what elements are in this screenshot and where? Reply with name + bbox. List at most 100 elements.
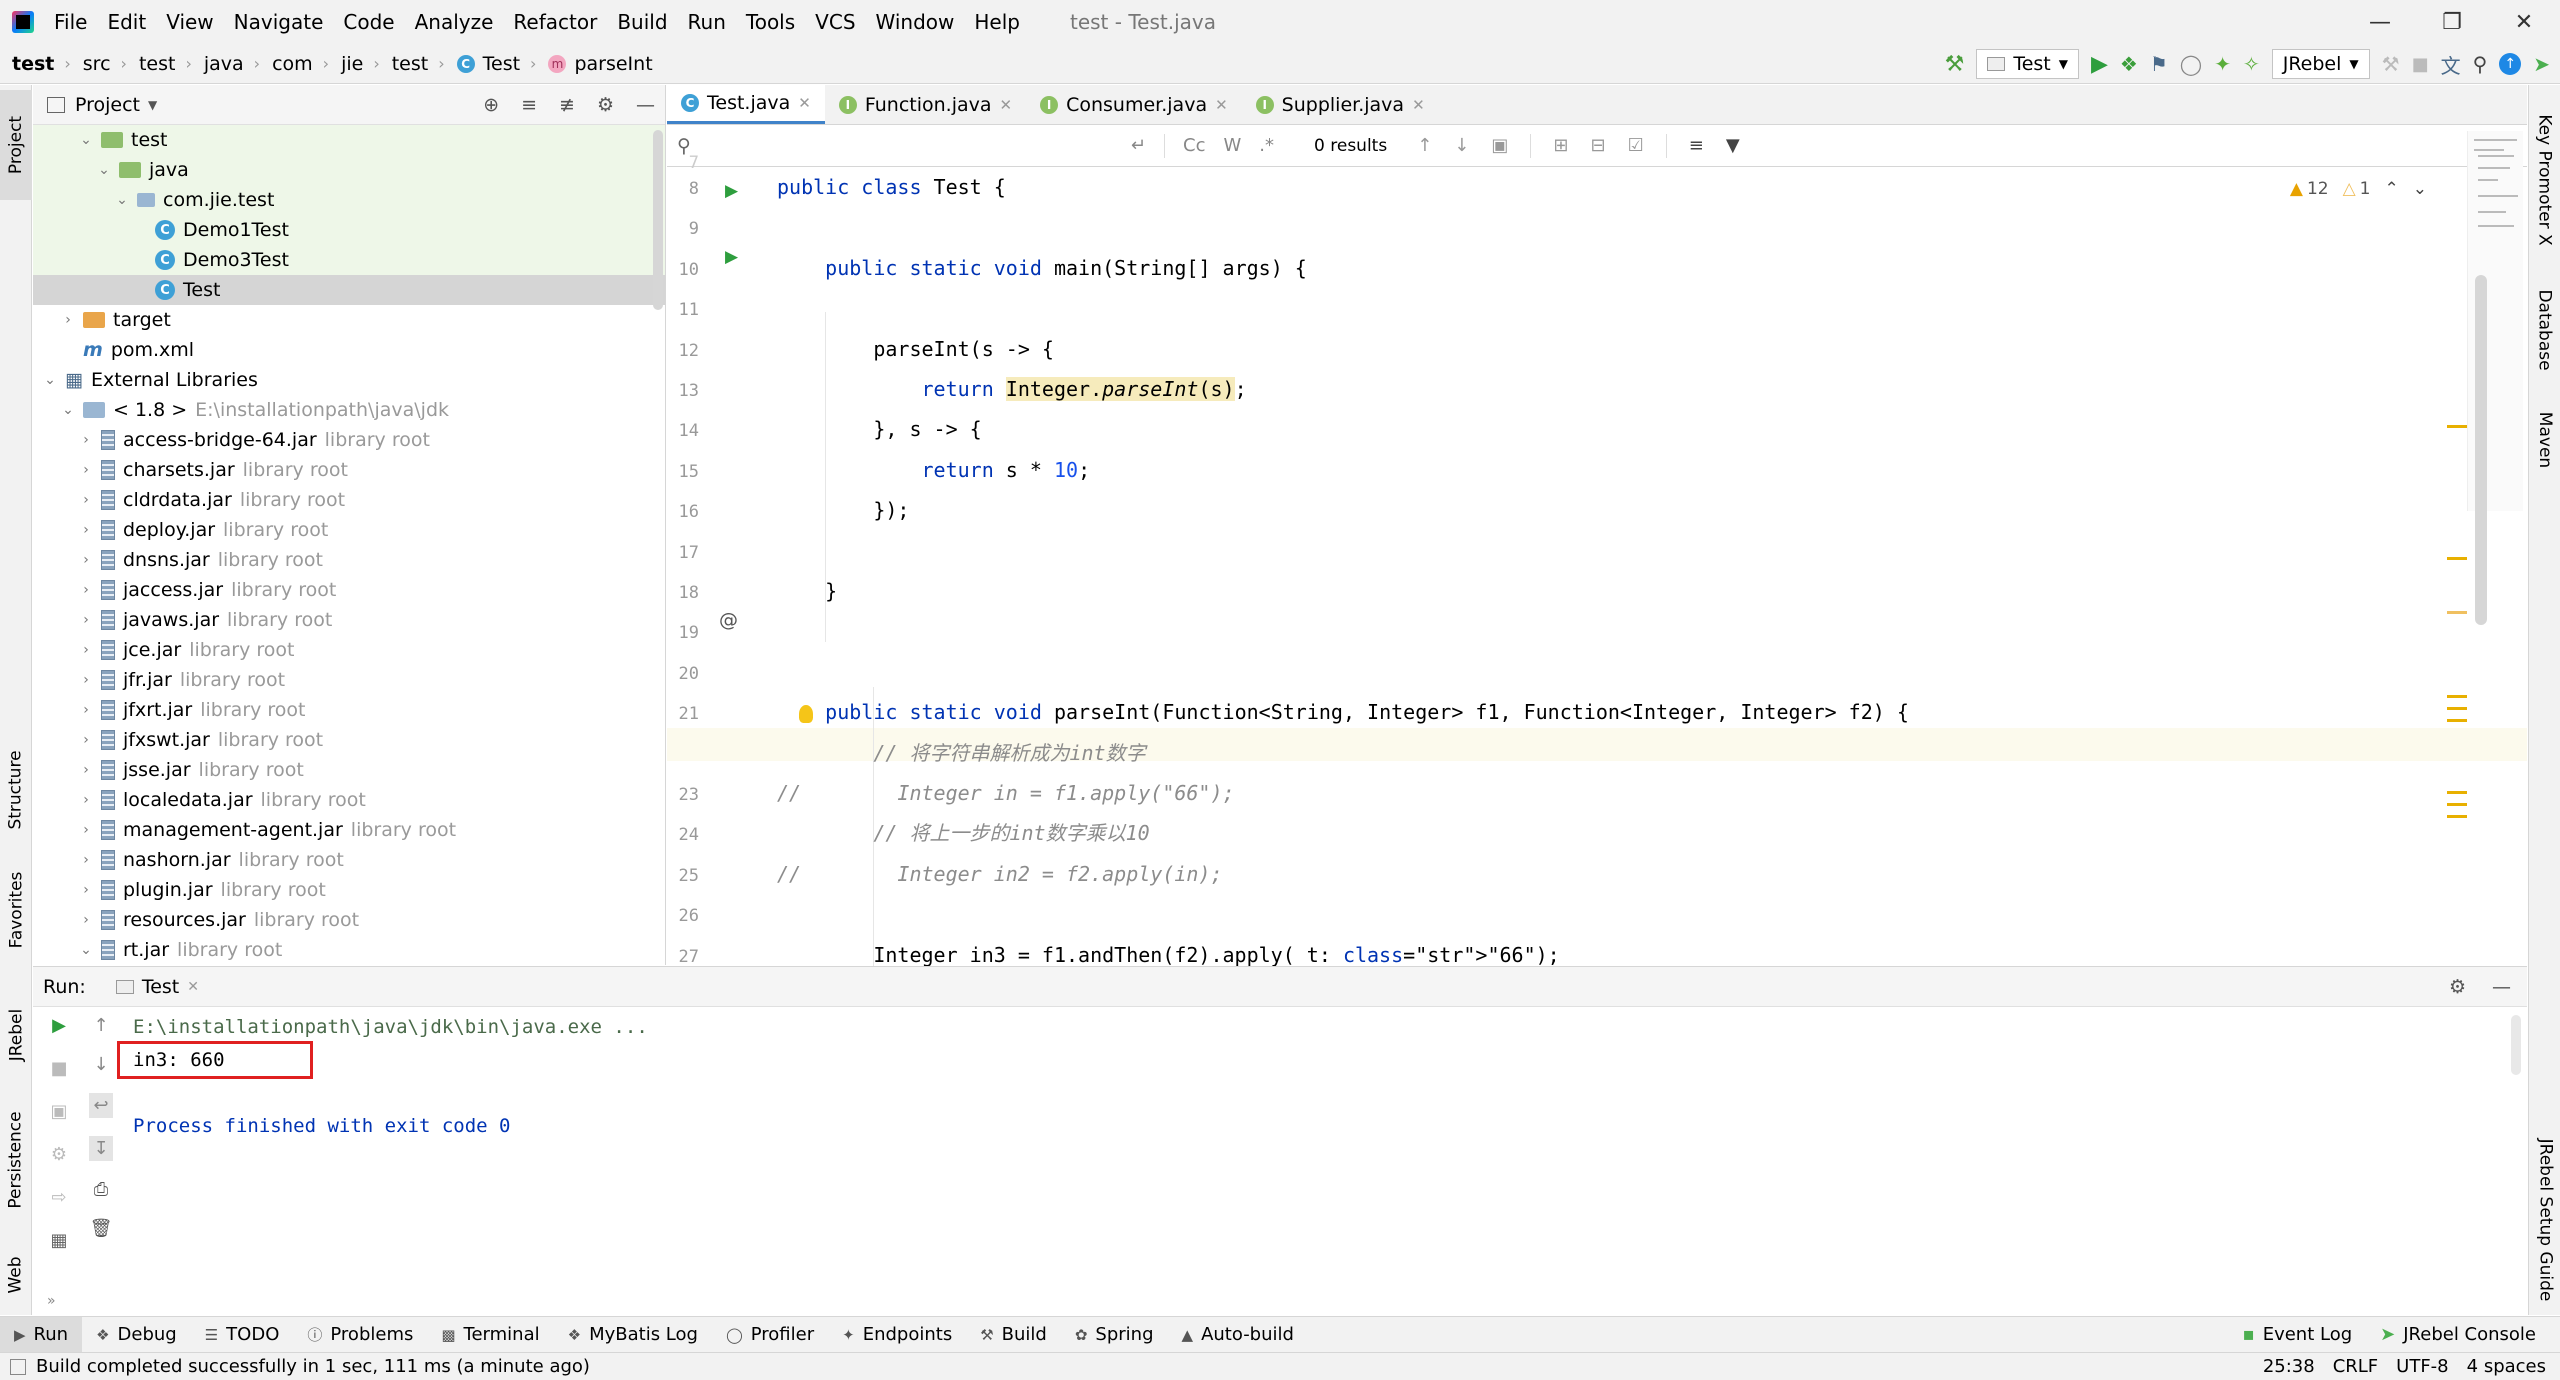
tree-item[interactable]: m pom.xml	[33, 335, 665, 365]
gear-icon[interactable]: ⚙	[2449, 976, 2466, 998]
editor-tab[interactable]: I Supplier.java ✕	[1242, 85, 1439, 124]
menu-view[interactable]: View	[156, 10, 223, 34]
regex-toggle[interactable]: .*	[1259, 135, 1274, 156]
camera-icon[interactable]: ▣	[50, 1101, 67, 1122]
breadcrumb-item[interactable]: C Test ›	[445, 53, 536, 75]
newline-icon[interactable]: ↵	[1131, 135, 1146, 156]
tree-item[interactable]: ⌄ ▦ External Libraries	[33, 365, 665, 395]
tree-item[interactable]: › management-agent.jar library root	[33, 815, 665, 845]
profile-icon[interactable]: ◯	[2180, 52, 2202, 76]
select-all-occurrences-icon[interactable]: ☑	[1628, 135, 1644, 156]
tree-item[interactable]: › jsse.jar library root	[33, 755, 665, 785]
menu-analyze[interactable]: Analyze	[405, 10, 504, 34]
tree-item[interactable]: C Test	[33, 275, 665, 305]
build-hammer-icon[interactable]: ⚒	[1945, 52, 1965, 77]
tree-item[interactable]: ⌄ java	[33, 155, 665, 185]
tree-arrow-icon[interactable]: ›	[77, 552, 95, 568]
tree-arrow-icon[interactable]: ⌄	[41, 372, 59, 388]
run-config-select[interactable]: Test ▼	[1976, 49, 2079, 79]
tree-item[interactable]: › nashorn.jar library root	[33, 845, 665, 875]
menu-window[interactable]: Window	[866, 10, 965, 34]
tree-item[interactable]: › localedata.jar library root	[33, 785, 665, 815]
tool-tab-structure[interactable]: Structure	[0, 735, 32, 845]
soft-wrap-icon[interactable]: ↩	[89, 1093, 113, 1118]
tool-terminal[interactable]: ▩ Terminal	[427, 1317, 553, 1353]
hide-icon[interactable]: —	[636, 94, 655, 116]
menu-file[interactable]: File	[44, 10, 97, 34]
close-tab-icon[interactable]: ✕	[1412, 96, 1425, 114]
close-window-button[interactable]: ✕	[2488, 0, 2560, 44]
code-area[interactable]: public class Test { public static void m…	[667, 167, 2527, 1088]
tree-item[interactable]: › resources.jar library root	[33, 905, 665, 935]
search-everywhere-icon[interactable]: ⚲	[2473, 52, 2488, 76]
previous-occurrence-icon[interactable]: ↑	[1417, 135, 1432, 156]
down-arrow-icon[interactable]: ↓	[93, 1054, 108, 1075]
collapse-all-icon[interactable]: ≢	[559, 94, 575, 116]
status-message[interactable]: Build completed successfully in 1 sec, 1…	[36, 1356, 590, 1377]
match-case-toggle[interactable]: Cc	[1183, 135, 1205, 156]
hammer-disabled-icon[interactable]: ⚒	[2382, 52, 2400, 76]
tool-tab-database[interactable]: Database	[2529, 275, 2560, 385]
layout-icon[interactable]: ▦	[50, 1230, 67, 1251]
jrebel-debug-icon[interactable]: ✧	[2243, 52, 2260, 76]
tree-arrow-icon[interactable]: ›	[59, 312, 77, 328]
breadcrumb-item[interactable]: m parseInt	[536, 53, 653, 75]
settings-icon[interactable]: ⚙	[51, 1144, 67, 1165]
tree-arrow-icon[interactable]: ›	[77, 522, 95, 538]
stop-icon[interactable]: ■	[2412, 54, 2429, 75]
tree-item[interactable]: › charsets.jar library root	[33, 455, 665, 485]
tree-arrow-icon[interactable]: ›	[77, 792, 95, 808]
previous-highlight-icon[interactable]: ⌃	[2385, 179, 2399, 199]
tree-item[interactable]: › jfxswt.jar library root	[33, 725, 665, 755]
tree-item[interactable]: › jce.jar library root	[33, 635, 665, 665]
implements-gutter-icon[interactable]: @	[719, 609, 738, 631]
project-panel-title[interactable]: Project	[75, 94, 140, 116]
menu-code[interactable]: Code	[333, 10, 404, 34]
tool-event-log[interactable]: ▪ Event Log	[2229, 1317, 2367, 1353]
jrebel-logo-icon[interactable]: ➤	[2533, 52, 2550, 76]
tree-item[interactable]: › dnsns.jar library root	[33, 545, 665, 575]
exit-icon[interactable]: ⇨	[51, 1187, 66, 1208]
tree-arrow-icon[interactable]: ›	[77, 702, 95, 718]
tool-tab-jrebel-setup[interactable]: JRebel Setup Guide	[2529, 1125, 2560, 1315]
up-arrow-icon[interactable]: ↑	[93, 1015, 108, 1036]
tool-auto-build[interactable]: ▲ Auto-build	[1168, 1317, 1308, 1353]
next-highlight-icon[interactable]: ⌄	[2413, 179, 2427, 199]
tool-build[interactable]: ⚒ Build	[966, 1317, 1061, 1353]
tool-tab-maven[interactable]: Maven	[2529, 395, 2560, 485]
tool-run[interactable]: ▶ Run	[0, 1316, 83, 1353]
status-indicator-icon[interactable]	[10, 1358, 26, 1375]
words-toggle[interactable]: W	[1223, 135, 1241, 156]
remove-occurrence-icon[interactable]: ⊟	[1591, 135, 1606, 156]
tree-item[interactable]: ⌄ com.jie.test	[33, 185, 665, 215]
coverage-icon[interactable]: ⚑	[2150, 52, 2168, 76]
indent-setting[interactable]: 4 spaces	[2467, 1356, 2546, 1377]
next-occurrence-icon[interactable]: ↓	[1454, 135, 1469, 156]
tree-arrow-icon[interactable]: ›	[77, 762, 95, 778]
tool-tab-persistence[interactable]: Persistence	[0, 1095, 32, 1225]
file-encoding[interactable]: UTF-8	[2396, 1356, 2448, 1377]
tree-arrow-icon[interactable]: ›	[77, 492, 95, 508]
tree-item[interactable]: › access-bridge-64.jar library root	[33, 425, 665, 455]
tool-tab-key-promoter[interactable]: Key Promoter X	[2529, 95, 2560, 265]
tree-item[interactable]: › plugin.jar library root	[33, 875, 665, 905]
tree-item[interactable]: › target	[33, 305, 665, 335]
tree-arrow-icon[interactable]: ›	[77, 582, 95, 598]
inspection-widget[interactable]: ▲ 12 △ 1 ⌃ ⌄	[2290, 179, 2427, 199]
stop-icon[interactable]: ■	[50, 1058, 67, 1079]
menu-run[interactable]: Run	[678, 10, 736, 34]
print-icon[interactable]: ⎙	[94, 1179, 108, 1200]
close-tab-icon[interactable]: ✕	[187, 979, 199, 995]
menu-vcs[interactable]: VCS	[805, 10, 865, 34]
tree-item[interactable]: › cldrdata.jar library root	[33, 485, 665, 515]
filter-settings-icon[interactable]: ≡	[1689, 135, 1704, 156]
run-scrollbar-track[interactable]	[2511, 1015, 2521, 1075]
caret-position[interactable]: 25:38	[2263, 1356, 2315, 1377]
tree-item[interactable]: ⌄ rt.jar library root	[33, 935, 665, 965]
scroll-to-end-icon[interactable]: ↧	[89, 1136, 113, 1161]
editor-tab[interactable]: C Test.java ✕	[667, 85, 825, 124]
debug-icon[interactable]: ❖	[2120, 52, 2138, 76]
tree-item[interactable]: › javaws.jar library root	[33, 605, 665, 635]
tree-item[interactable]: ⌄ < 1.8 > E:\installationpath\java\jdk	[33, 395, 665, 425]
tool-profiler[interactable]: ◯ Profiler	[712, 1317, 828, 1353]
